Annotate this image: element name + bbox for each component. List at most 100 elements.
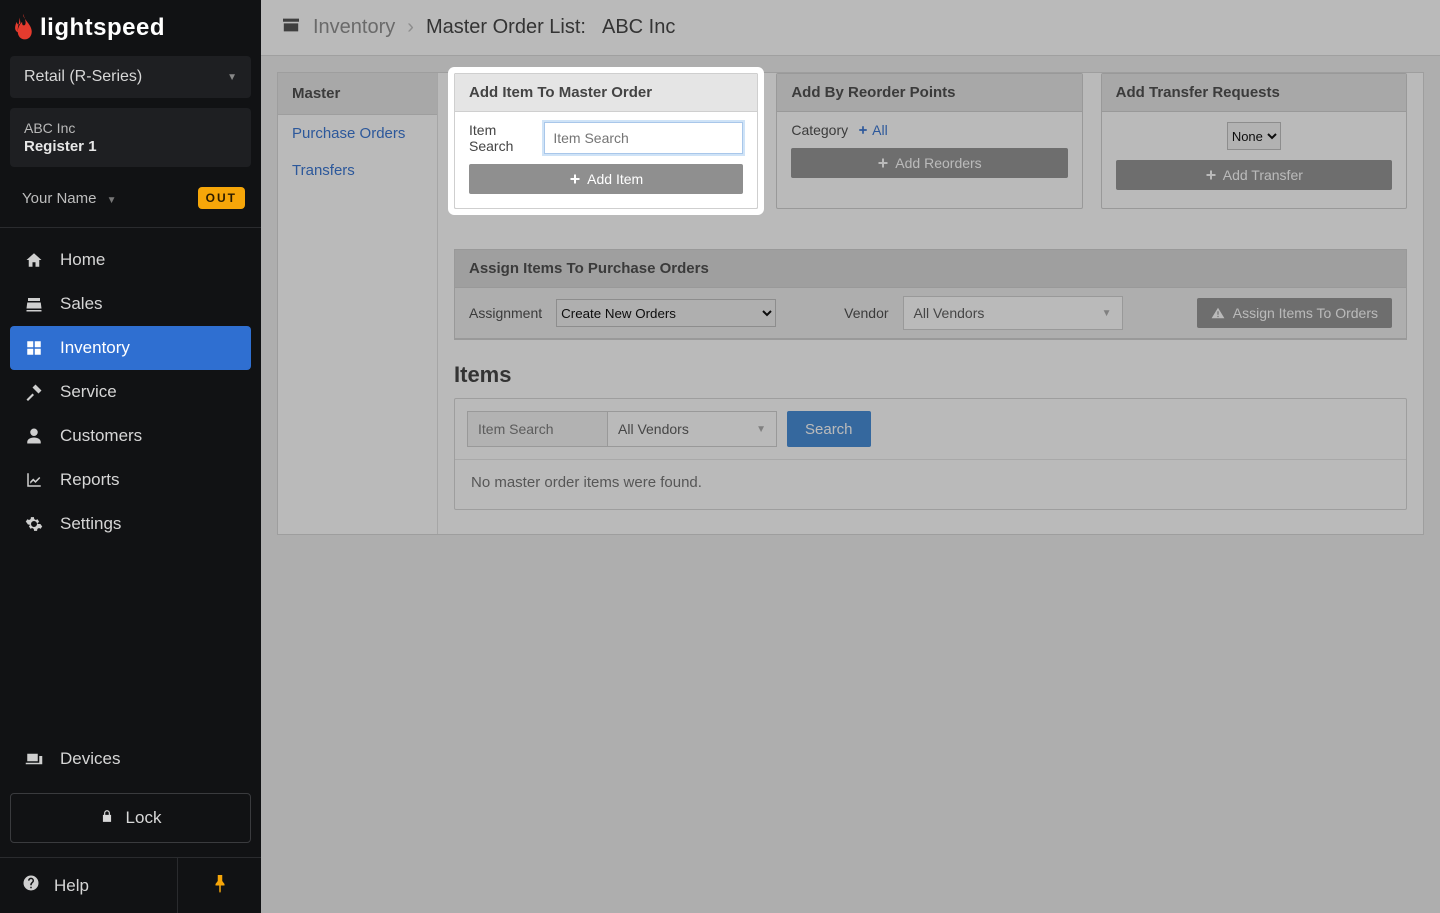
- hammer-icon: [24, 383, 44, 401]
- plus-icon: [1205, 169, 1217, 181]
- chevron-down-icon: ▼: [227, 72, 237, 83]
- items-vendor-dropdown[interactable]: All Vendors ▼: [607, 411, 777, 447]
- breadcrumb-entity: ABC Inc: [602, 16, 675, 39]
- plus-icon: [569, 173, 581, 185]
- brand-logo: lightspeed: [0, 0, 261, 56]
- items-empty-message: No master order items were found.: [455, 459, 1406, 509]
- product-selector-label: Retail (R-Series): [24, 68, 142, 86]
- breadcrumb-bar: Inventory › Master Order List: ABC Inc: [261, 0, 1440, 56]
- brand-text: lightspeed: [40, 14, 165, 42]
- nav-label: Customers: [60, 426, 142, 446]
- nav-label: Sales: [60, 294, 103, 314]
- nav-label: Devices: [60, 749, 120, 769]
- subnav-header: Master: [278, 73, 437, 115]
- items-search-input[interactable]: [467, 411, 607, 447]
- boxes-icon: [24, 339, 44, 357]
- panel: Master Purchase Orders Transfers Add Ite…: [277, 72, 1424, 535]
- subnav-transfers[interactable]: Transfers: [278, 152, 437, 189]
- nav-inventory[interactable]: Inventory: [10, 326, 251, 370]
- devices-icon: [24, 750, 44, 768]
- warning-icon: [1211, 307, 1225, 319]
- transfer-select[interactable]: None: [1227, 122, 1281, 150]
- plus-icon: [877, 157, 889, 169]
- card-reorder: Add By Reorder Points Category All: [776, 73, 1082, 209]
- nav-devices[interactable]: Devices: [10, 737, 251, 781]
- flame-icon: [12, 14, 34, 42]
- product-selector[interactable]: Retail (R-Series) ▼: [10, 56, 251, 98]
- nav-sales[interactable]: Sales: [10, 282, 251, 326]
- top-cards: Add Item To Master Order Item Search Add…: [454, 73, 1407, 209]
- main-nav: Home Sales Inventory Service Customers R…: [0, 234, 261, 550]
- item-search-input[interactable]: [544, 122, 743, 154]
- subnav: Master Purchase Orders Transfers: [278, 73, 438, 534]
- chevron-down-icon: ▼: [1102, 308, 1112, 319]
- assign-button-label: Assign Items To Orders: [1233, 305, 1378, 321]
- items-box: All Vendors ▼ Search No master order ite…: [454, 398, 1407, 510]
- chevron-down-icon: ▼: [107, 195, 117, 206]
- nav-service[interactable]: Service: [10, 370, 251, 414]
- user-menu[interactable]: Your Name ▼: [22, 190, 117, 207]
- chart-icon: [24, 471, 44, 489]
- card-add-item-highlight: Add Item To Master Order Item Search Add…: [454, 73, 758, 209]
- divider: [0, 227, 261, 228]
- nav-home[interactable]: Home: [10, 238, 251, 282]
- lock-label: Lock: [126, 808, 162, 828]
- add-transfer-label: Add Transfer: [1223, 167, 1303, 183]
- user-name: Your Name: [22, 190, 97, 207]
- company-name: ABC Inc: [24, 120, 237, 136]
- nav-label: Home: [60, 250, 105, 270]
- card-add-item-title: Add Item To Master Order: [455, 74, 757, 112]
- add-transfer-button[interactable]: Add Transfer: [1116, 160, 1392, 190]
- search-button[interactable]: Search: [787, 411, 871, 447]
- lock-button[interactable]: Lock: [10, 793, 251, 843]
- card-reorder-title: Add By Reorder Points: [777, 74, 1081, 112]
- nav-customers[interactable]: Customers: [10, 414, 251, 458]
- main: Inventory › Master Order List: ABC Inc M…: [261, 0, 1440, 913]
- nav-settings[interactable]: Settings: [10, 502, 251, 546]
- chevron-right-icon: ›: [407, 16, 414, 39]
- register-name: Register 1: [24, 138, 237, 155]
- gear-icon: [24, 515, 44, 533]
- plus-icon: [858, 125, 868, 135]
- vendor-dropdown[interactable]: All Vendors ▼: [903, 296, 1123, 330]
- clock-status-badge[interactable]: OUT: [198, 187, 245, 209]
- help-icon: [22, 874, 40, 897]
- sidebar-footer: Help: [0, 857, 261, 913]
- add-item-label: Add Item: [587, 171, 643, 187]
- card-add-item: Add Item To Master Order Item Search Add…: [454, 73, 758, 209]
- assignment-label: Assignment: [469, 305, 542, 321]
- pin-button[interactable]: [177, 858, 261, 913]
- add-reorders-button[interactable]: Add Reorders: [791, 148, 1067, 178]
- archive-icon: [281, 16, 301, 39]
- panel-body: Add Item To Master Order Item Search Add…: [438, 73, 1423, 534]
- sidebar: lightspeed Retail (R-Series) ▼ ABC Inc R…: [0, 0, 261, 913]
- vendor-value: All Vendors: [914, 305, 985, 321]
- items-heading: Items: [454, 362, 1407, 388]
- category-all-text: All: [872, 122, 888, 138]
- add-item-button[interactable]: Add Item: [469, 164, 743, 194]
- lock-icon: [100, 808, 114, 829]
- pin-icon: [213, 875, 227, 897]
- category-label: Category: [791, 122, 848, 138]
- assign-items-button[interactable]: Assign Items To Orders: [1197, 298, 1392, 328]
- category-all-link[interactable]: All: [858, 122, 888, 138]
- nav-label: Settings: [60, 514, 121, 534]
- nav-devices-wrap: Devices: [0, 737, 261, 793]
- user-icon: [24, 427, 44, 445]
- assignment-select[interactable]: Create New Orders: [556, 299, 776, 327]
- company-box[interactable]: ABC Inc Register 1: [10, 108, 251, 167]
- breadcrumb-root[interactable]: Inventory: [313, 16, 395, 39]
- breadcrumb-page: Master Order List:: [426, 16, 586, 39]
- nav-label: Service: [60, 382, 117, 402]
- subnav-purchase-orders[interactable]: Purchase Orders: [278, 115, 437, 152]
- home-icon: [24, 251, 44, 269]
- help-label: Help: [54, 876, 89, 896]
- assign-card: Assign Items To Purchase Orders Assignme…: [454, 249, 1407, 340]
- items-vendor-value: All Vendors: [618, 421, 689, 437]
- chevron-down-icon: ▼: [756, 424, 766, 435]
- card-transfer-title: Add Transfer Requests: [1102, 74, 1406, 112]
- help-button[interactable]: Help: [0, 858, 177, 913]
- nav-reports[interactable]: Reports: [10, 458, 251, 502]
- card-transfer: Add Transfer Requests None Add Transfer: [1101, 73, 1407, 209]
- vendor-label: Vendor: [844, 305, 888, 321]
